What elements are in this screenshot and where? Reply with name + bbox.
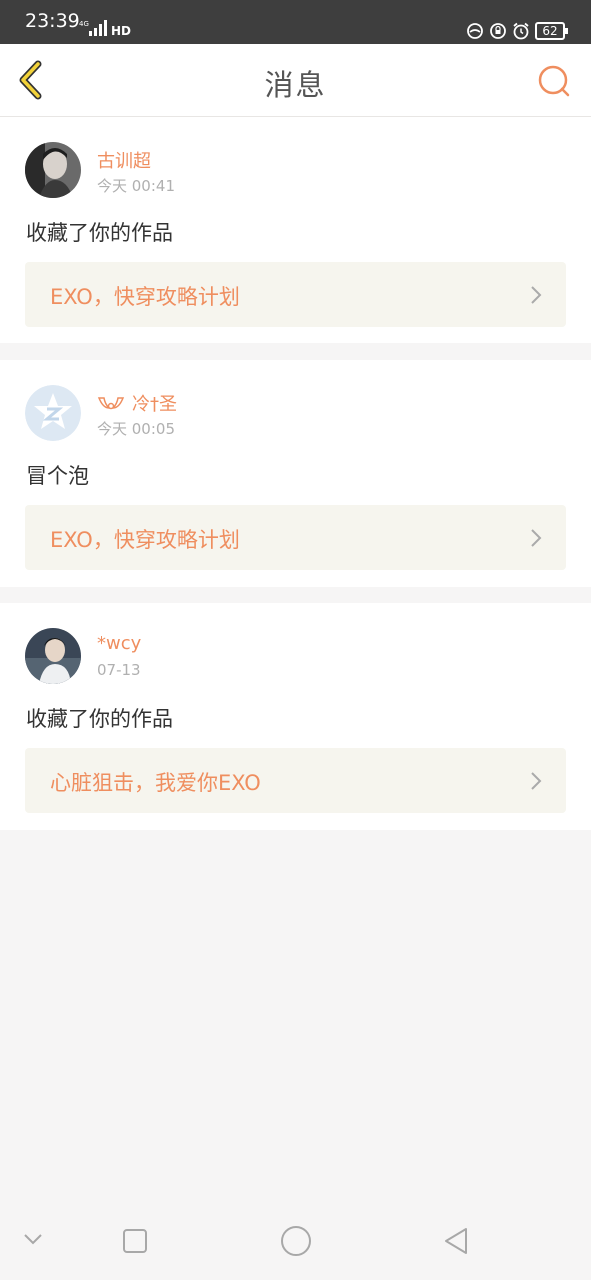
timestamp: 07-13 xyxy=(97,661,141,679)
username[interactable]: 冷†圣 xyxy=(132,390,177,416)
avatar[interactable] xyxy=(25,142,81,198)
system-nav-bar xyxy=(0,1200,591,1280)
page-title: 消息 xyxy=(264,68,327,102)
message-text: 收藏了你的作品 xyxy=(26,707,173,731)
status-icons: 62 xyxy=(466,20,568,42)
work-link[interactable]: EXO，快穿攻略计划 xyxy=(25,262,566,327)
svg-text:4G: 4G xyxy=(79,20,89,28)
svg-text:HD: HD xyxy=(111,24,131,38)
nav-home-icon[interactable] xyxy=(280,1225,312,1257)
status-bar: 23:39 4G HD 62 xyxy=(0,0,591,44)
work-title: EXO，快穿攻略计划 xyxy=(50,285,240,309)
chevron-right-icon xyxy=(531,529,542,547)
message-text: 冒个泡 xyxy=(26,464,89,488)
work-link[interactable]: EXO，快穿攻略计划 xyxy=(25,505,566,570)
status-time: 23:39 xyxy=(25,10,80,32)
timestamp: 今天 00:41 xyxy=(97,177,175,195)
nav-collapse-icon[interactable] xyxy=(22,1232,44,1246)
nav-recents-icon[interactable] xyxy=(122,1228,148,1254)
message-card: 古训超 今天 00:41 收藏了你的作品 EXO，快穿攻略计划 xyxy=(0,117,591,343)
chevron-right-icon xyxy=(531,772,542,790)
battery-indicator: 62 xyxy=(535,22,568,40)
message-text: 收藏了你的作品 xyxy=(26,221,173,245)
work-title: 心脏狙击，我爱你EXO xyxy=(50,771,261,795)
avatar[interactable] xyxy=(25,628,81,684)
alarm-icon xyxy=(513,22,529,40)
rotation-lock-icon xyxy=(490,23,506,39)
work-link[interactable]: 心脏狙击，我爱你EXO xyxy=(25,748,566,813)
nav-back-icon[interactable] xyxy=(442,1226,470,1256)
search-icon[interactable] xyxy=(537,64,571,98)
timestamp: 今天 00:05 xyxy=(97,420,175,438)
username[interactable]: *wcy xyxy=(97,633,141,654)
header: 消息 xyxy=(0,44,591,117)
message-card: *wcy 07-13 收藏了你的作品 心脏狙击，我爱你EXO xyxy=(0,603,591,830)
chevron-right-icon xyxy=(531,286,542,304)
username[interactable]: 古训超 xyxy=(97,147,151,173)
wings-emblem-icon xyxy=(97,397,125,410)
message-card: 冷†圣 今天 00:05 冒个泡 EXO，快穿攻略计划 xyxy=(0,360,591,587)
eye-care-icon xyxy=(467,23,483,39)
signal-icon: 4G HD xyxy=(79,20,131,38)
work-title: EXO，快穿攻略计划 xyxy=(50,528,240,552)
avatar[interactable] xyxy=(25,385,81,441)
